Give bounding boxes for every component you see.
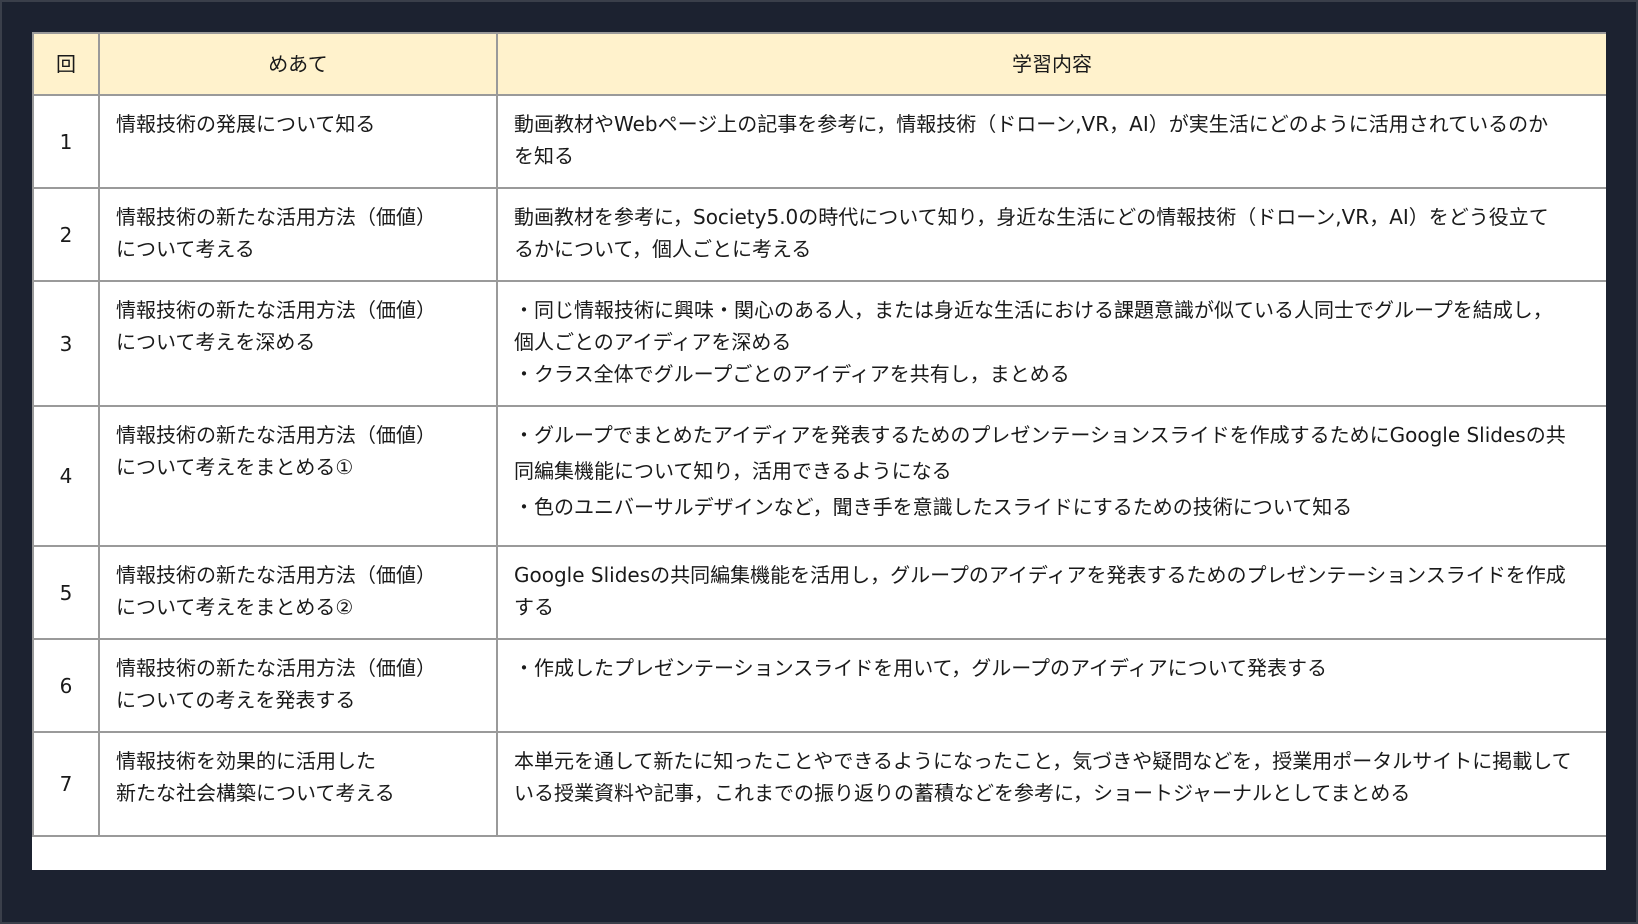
content-line: ・クラス全体でグループごとのアイディアを共有し，まとめる — [514, 362, 1070, 386]
content-line: ・グループでまとめたアイディアを発表するためのプレゼンテーションスライドを作成す… — [514, 423, 1566, 447]
content-line: いる授業資料や記事，これまでの振り返りの蓄積などを参考に，ショートジャーナルとし… — [514, 781, 1411, 805]
table-row: 3 情報技術の新たな活用方法（価値） について考えを深める ・同じ情報技術に興味・関心… — [32, 280, 1606, 407]
lesson-goal: 情報技術の新たな活用方法（価値） について考えを深める — [98, 280, 498, 407]
table-row: 5 情報技術の新たな活用方法（価値） について考えをまとめる② Google Slid… — [32, 545, 1606, 640]
lesson-content: ・作成したプレゼンテーションスライドを用いて，グループのアイディアについて発表す… — [496, 638, 1606, 733]
lesson-number: 1 — [32, 94, 100, 189]
table-row: 1 情報技術の発展について知る 動画教材やWebページ上の記事を参考に，情報技術（ド… — [32, 94, 1606, 189]
goal-line: についての考えを発表する — [116, 688, 356, 712]
goal-line: 情報技術の新たな活用方法（価値） — [116, 298, 436, 322]
lesson-content: 本単元を通して新たに知ったことやできるようになったこと，気づきや疑問などを，授業… — [496, 731, 1606, 837]
goal-line: について考えをまとめる② — [116, 595, 354, 619]
goal-line: について考えを深める — [116, 330, 316, 354]
lesson-plan-table: 回 めあて 学習内容 1 情報技術の発展について知る 動画教材やWebページ上の記事… — [32, 32, 1606, 837]
lesson-number: 4 — [32, 405, 100, 547]
content-line: 本単元を通して新たに知ったことやできるようになったこと，気づきや疑問などを，授業… — [514, 749, 1572, 773]
goal-line: 情報技術の新たな活用方法（価値） — [116, 423, 436, 447]
table-row: 2 情報技術の新たな活用方法（価値） について考える 動画教材を参考に，Society… — [32, 187, 1606, 282]
lesson-content: Google Slidesの共同編集機能を活用し，グループのアイディアを発表する… — [496, 545, 1606, 640]
lesson-number: 3 — [32, 280, 100, 407]
content-line: 動画教材やWebページ上の記事を参考に，情報技術（ドローン,VR，AI）が実生活… — [514, 112, 1549, 136]
goal-line: 情報技術を効果的に活用した — [116, 749, 376, 773]
lesson-content: ・グループでまとめたアイディアを発表するためのプレゼンテーションスライドを作成す… — [496, 405, 1606, 547]
goal-line: 情報技術の新たな活用方法（価値） — [116, 563, 436, 587]
content-line: を知る — [514, 144, 574, 168]
table-header-row: 回 めあて 学習内容 — [32, 32, 1606, 96]
lesson-goal: 情報技術を効果的に活用した 新たな社会構築について考える — [98, 731, 498, 837]
table-row: 4 情報技術の新たな活用方法（価値） について考えをまとめる① ・グループでまとめたア… — [32, 405, 1606, 547]
goal-line: 新たな社会構築について考える — [116, 781, 395, 805]
lesson-goal: 情報技術の新たな活用方法（価値） についての考えを発表する — [98, 638, 498, 733]
lesson-goal: 情報技術の新たな活用方法（価値） について考えをまとめる② — [98, 545, 498, 640]
content-line: ・同じ情報技術に興味・関心のある人，または身近な生活における課題意識が似ている人… — [514, 298, 1553, 322]
goal-line: 情報技術の新たな活用方法（価値） — [116, 205, 436, 229]
content-line: Google Slidesの共同編集機能を活用し，グループのアイディアを発表する… — [514, 563, 1566, 587]
lesson-number: 6 — [32, 638, 100, 733]
lesson-number: 2 — [32, 187, 100, 282]
content-line: 動画教材を参考に，Society5.0の時代について知り，身近な生活にどの情報技… — [514, 205, 1549, 229]
goal-line: について考えをまとめる① — [116, 455, 354, 479]
lesson-goal: 情報技術の新たな活用方法（価値） について考える — [98, 187, 498, 282]
header-goal: めあて — [98, 32, 498, 96]
header-learning-content: 学習内容 — [496, 32, 1606, 96]
lesson-number: 7 — [32, 731, 100, 837]
lesson-content: ・同じ情報技術に興味・関心のある人，または身近な生活における課題意識が似ている人… — [496, 280, 1606, 407]
table-row: 6 情報技術の新たな活用方法（価値） についての考えを発表する ・作成したプレゼンテー… — [32, 638, 1606, 733]
content-line: する — [514, 595, 554, 619]
content-line: 同編集機能について知り，活用できるようになる — [514, 459, 952, 483]
content-line: ・作成したプレゼンテーションスライドを用いて，グループのアイディアについて発表す… — [514, 656, 1327, 680]
goal-line: 情報技術の発展について知る — [116, 112, 376, 136]
lesson-content: 動画教材やWebページ上の記事を参考に，情報技術（ドローン,VR，AI）が実生活… — [496, 94, 1606, 189]
goal-line: 情報技術の新たな活用方法（価値） — [116, 656, 436, 680]
lesson-content: 動画教材を参考に，Society5.0の時代について知り，身近な生活にどの情報技… — [496, 187, 1606, 282]
lesson-goal: 情報技術の新たな活用方法（価値） について考えをまとめる① — [98, 405, 498, 547]
content-line: 個人ごとのアイディアを深める — [514, 330, 792, 354]
table-row: 7 情報技術を効果的に活用した 新たな社会構築について考える 本単元を通して新たに知っ… — [32, 731, 1606, 837]
goal-line: について考える — [116, 237, 255, 261]
lesson-number: 5 — [32, 545, 100, 640]
lesson-plan-sheet: 回 めあて 学習内容 1 情報技術の発展について知る 動画教材やWebページ上の記事… — [32, 32, 1606, 870]
content-line: ・色のユニバーサルデザインなど，聞き手を意識したスライドにするための技術について… — [514, 495, 1353, 519]
lesson-goal: 情報技術の発展について知る — [98, 94, 498, 189]
header-lesson-number: 回 — [32, 32, 100, 96]
content-line: るかについて，個人ごとに考える — [514, 237, 812, 261]
